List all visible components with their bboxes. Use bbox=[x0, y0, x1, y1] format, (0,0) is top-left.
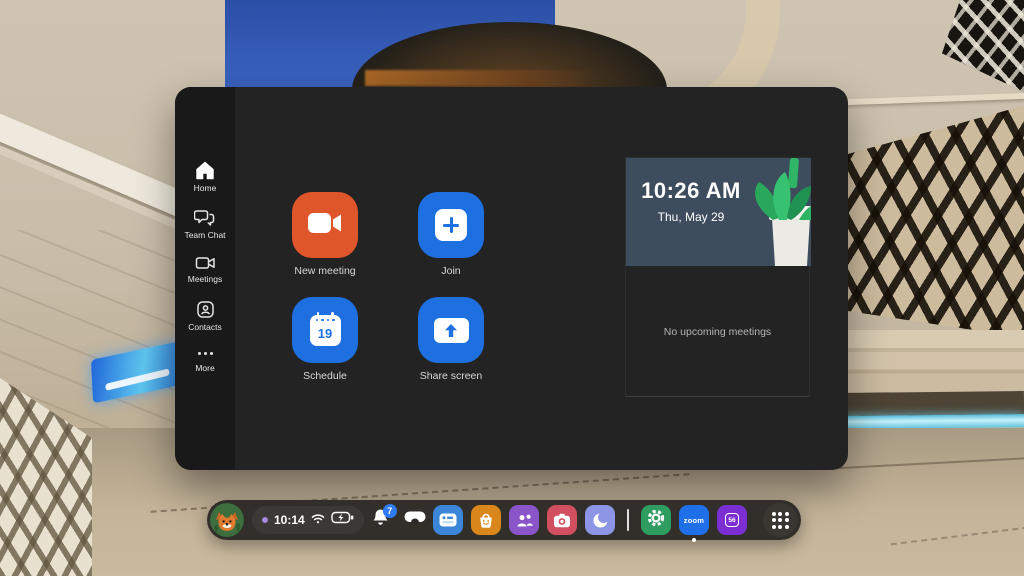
action-new-meeting: New meeting bbox=[292, 192, 358, 277]
video-camera-icon bbox=[307, 210, 343, 241]
no-upcoming-meetings-text: No upcoming meetings bbox=[626, 266, 809, 398]
wall-ridge bbox=[845, 93, 1024, 105]
plant-illustration bbox=[739, 158, 811, 266]
action-label: Share screen bbox=[420, 370, 482, 382]
action-share-screen: Share screen bbox=[418, 297, 484, 382]
meetings-panel: 10:26 AM Thu, May 29 No upcoming meeting… bbox=[625, 157, 810, 397]
notification-badge: 7 bbox=[383, 504, 397, 518]
dock-apps: zoom 56 bbox=[433, 503, 798, 537]
arrow-up-icon bbox=[434, 318, 469, 343]
wifi-icon bbox=[311, 511, 325, 529]
zoom-sidebar: Home Team Chat Meetings bbox=[175, 87, 235, 470]
sidebar-item-team-chat[interactable]: Team Chat bbox=[177, 208, 233, 240]
more-dots-icon bbox=[198, 347, 213, 360]
system-dock: 10:14 bbox=[207, 500, 801, 540]
avatar[interactable] bbox=[210, 503, 244, 537]
zoom-app-window: Home Team Chat Meetings bbox=[175, 87, 848, 470]
status-dot bbox=[262, 517, 268, 523]
zoom-app-icon[interactable]: zoom bbox=[679, 505, 709, 535]
headset-button[interactable] bbox=[398, 503, 432, 537]
sidebar-item-label: Team Chat bbox=[184, 230, 225, 240]
people-app-icon[interactable] bbox=[509, 505, 539, 535]
home-actions: New meeting Join 19 bbox=[292, 192, 484, 382]
clock-card: 10:26 AM Thu, May 29 bbox=[626, 158, 811, 266]
sidebar-item-home[interactable]: Home bbox=[177, 161, 233, 193]
plus-icon bbox=[435, 209, 467, 241]
zoom-home-panel: New meeting Join 19 bbox=[235, 87, 848, 470]
dock-separator bbox=[627, 509, 629, 531]
store-app-icon[interactable] bbox=[471, 505, 501, 535]
corner-lattice-panel bbox=[942, 0, 1024, 92]
calendar-icon: 19 bbox=[310, 315, 341, 346]
settings-app-icon[interactable] bbox=[641, 505, 671, 535]
action-schedule: 19 Schedule bbox=[292, 297, 358, 382]
dock-clock: 10:14 bbox=[274, 513, 305, 527]
sidebar-item-meetings[interactable]: Meetings bbox=[177, 255, 233, 284]
sidebar-item-label: More bbox=[195, 363, 214, 373]
home-icon bbox=[195, 161, 215, 180]
right-steps bbox=[846, 330, 1024, 394]
status-pill[interactable]: 10:14 bbox=[252, 506, 364, 534]
cyan-light-strip bbox=[840, 414, 1024, 429]
action-label: New meeting bbox=[294, 265, 355, 277]
sidebar-item-contacts[interactable]: Contacts bbox=[177, 300, 233, 332]
join-button[interactable] bbox=[418, 192, 484, 258]
clock-time: 10:26 AM bbox=[626, 178, 756, 204]
right-lattice-panel bbox=[846, 96, 1024, 340]
zoom-wordmark: zoom bbox=[684, 516, 704, 525]
sidebar-item-label: Contacts bbox=[188, 322, 222, 332]
tv-app-icon[interactable] bbox=[433, 505, 463, 535]
gear-icon bbox=[645, 507, 667, 534]
share-screen-button[interactable] bbox=[418, 297, 484, 363]
action-label: Join bbox=[441, 265, 460, 277]
sidebar-item-label: Meetings bbox=[188, 274, 223, 284]
virtual-desktop-app-icon[interactable]: 56 bbox=[717, 505, 747, 535]
app-library-button[interactable] bbox=[763, 503, 797, 537]
action-label: Schedule bbox=[303, 370, 347, 382]
action-join: Join bbox=[418, 192, 484, 277]
app-badge: 56 bbox=[725, 513, 739, 527]
battery-charging-icon bbox=[331, 511, 354, 529]
camera-app-icon[interactable] bbox=[547, 505, 577, 535]
calendar-day: 19 bbox=[318, 326, 332, 341]
clock-date: Thu, May 29 bbox=[626, 210, 756, 224]
sidebar-item-label: Home bbox=[194, 183, 217, 193]
grid-icon bbox=[772, 512, 789, 529]
overhead-arch-glow bbox=[365, 70, 595, 86]
browser-app-icon[interactable] bbox=[585, 505, 615, 535]
chat-bubbles-icon bbox=[194, 208, 216, 227]
notifications-button[interactable]: 7 bbox=[364, 503, 398, 537]
vr-headset-icon bbox=[404, 511, 426, 529]
schedule-button[interactable]: 19 bbox=[292, 297, 358, 363]
running-indicator-dot bbox=[692, 538, 696, 542]
video-camera-icon bbox=[195, 255, 216, 271]
new-meeting-button[interactable] bbox=[292, 192, 358, 258]
sidebar-item-more[interactable]: More bbox=[177, 347, 233, 373]
contact-card-icon bbox=[196, 300, 215, 319]
vr-home-scene: Home Team Chat Meetings bbox=[0, 0, 1024, 576]
